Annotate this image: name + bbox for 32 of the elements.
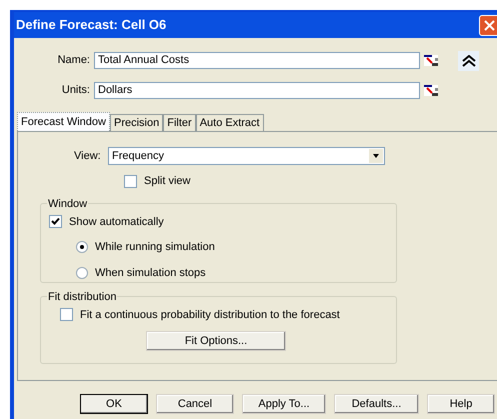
dialog-button[interactable]: Cancel	[156, 394, 234, 414]
radio-label: When simulation stops	[95, 266, 206, 280]
text-field[interactable]: Total Annual Costs	[94, 52, 420, 69]
dialog-button[interactable]: Defaults...	[334, 394, 419, 414]
dialog-button[interactable]: OK	[80, 394, 148, 414]
tab[interactable]: Filter	[163, 114, 196, 131]
check-icon	[51, 217, 60, 226]
checkbox-label: Fit a continuous probability distribution to the forecast	[80, 308, 340, 322]
tab[interactable]: Precision	[110, 114, 164, 131]
radio-label: While running simulation	[95, 240, 215, 255]
checkbox[interactable]	[49, 215, 62, 228]
tab[interactable]: Auto Extract	[196, 114, 264, 131]
fit-options-button[interactable]: Fit Options...	[146, 331, 286, 351]
tab[interactable]: Forecast Window	[17, 112, 110, 131]
checkbox[interactable]	[124, 174, 137, 188]
text-field[interactable]: Dollars	[94, 82, 420, 99]
checkbox-label: Split view	[144, 174, 190, 189]
radio-button[interactable]	[76, 266, 88, 279]
field-label: Name:	[56, 53, 91, 68]
field-label: Units:	[60, 83, 91, 98]
view-dropdown[interactable]: Frequency	[108, 147, 385, 165]
collapse-icon[interactable]	[458, 50, 479, 70]
checkbox[interactable]	[60, 308, 73, 322]
dialog-button[interactable]: Help	[427, 394, 495, 414]
window-title: Define Forecast: Cell O6	[15, 16, 166, 34]
cell-select-icon[interactable]	[424, 85, 438, 96]
cell-select-icon[interactable]	[424, 55, 438, 66]
dialog-button[interactable]: Apply To...	[242, 394, 326, 414]
radio-button[interactable]	[76, 241, 88, 254]
view-label: View:	[74, 148, 102, 164]
checkbox-label: Show automatically	[69, 214, 164, 230]
close-icon[interactable]	[479, 14, 497, 36]
